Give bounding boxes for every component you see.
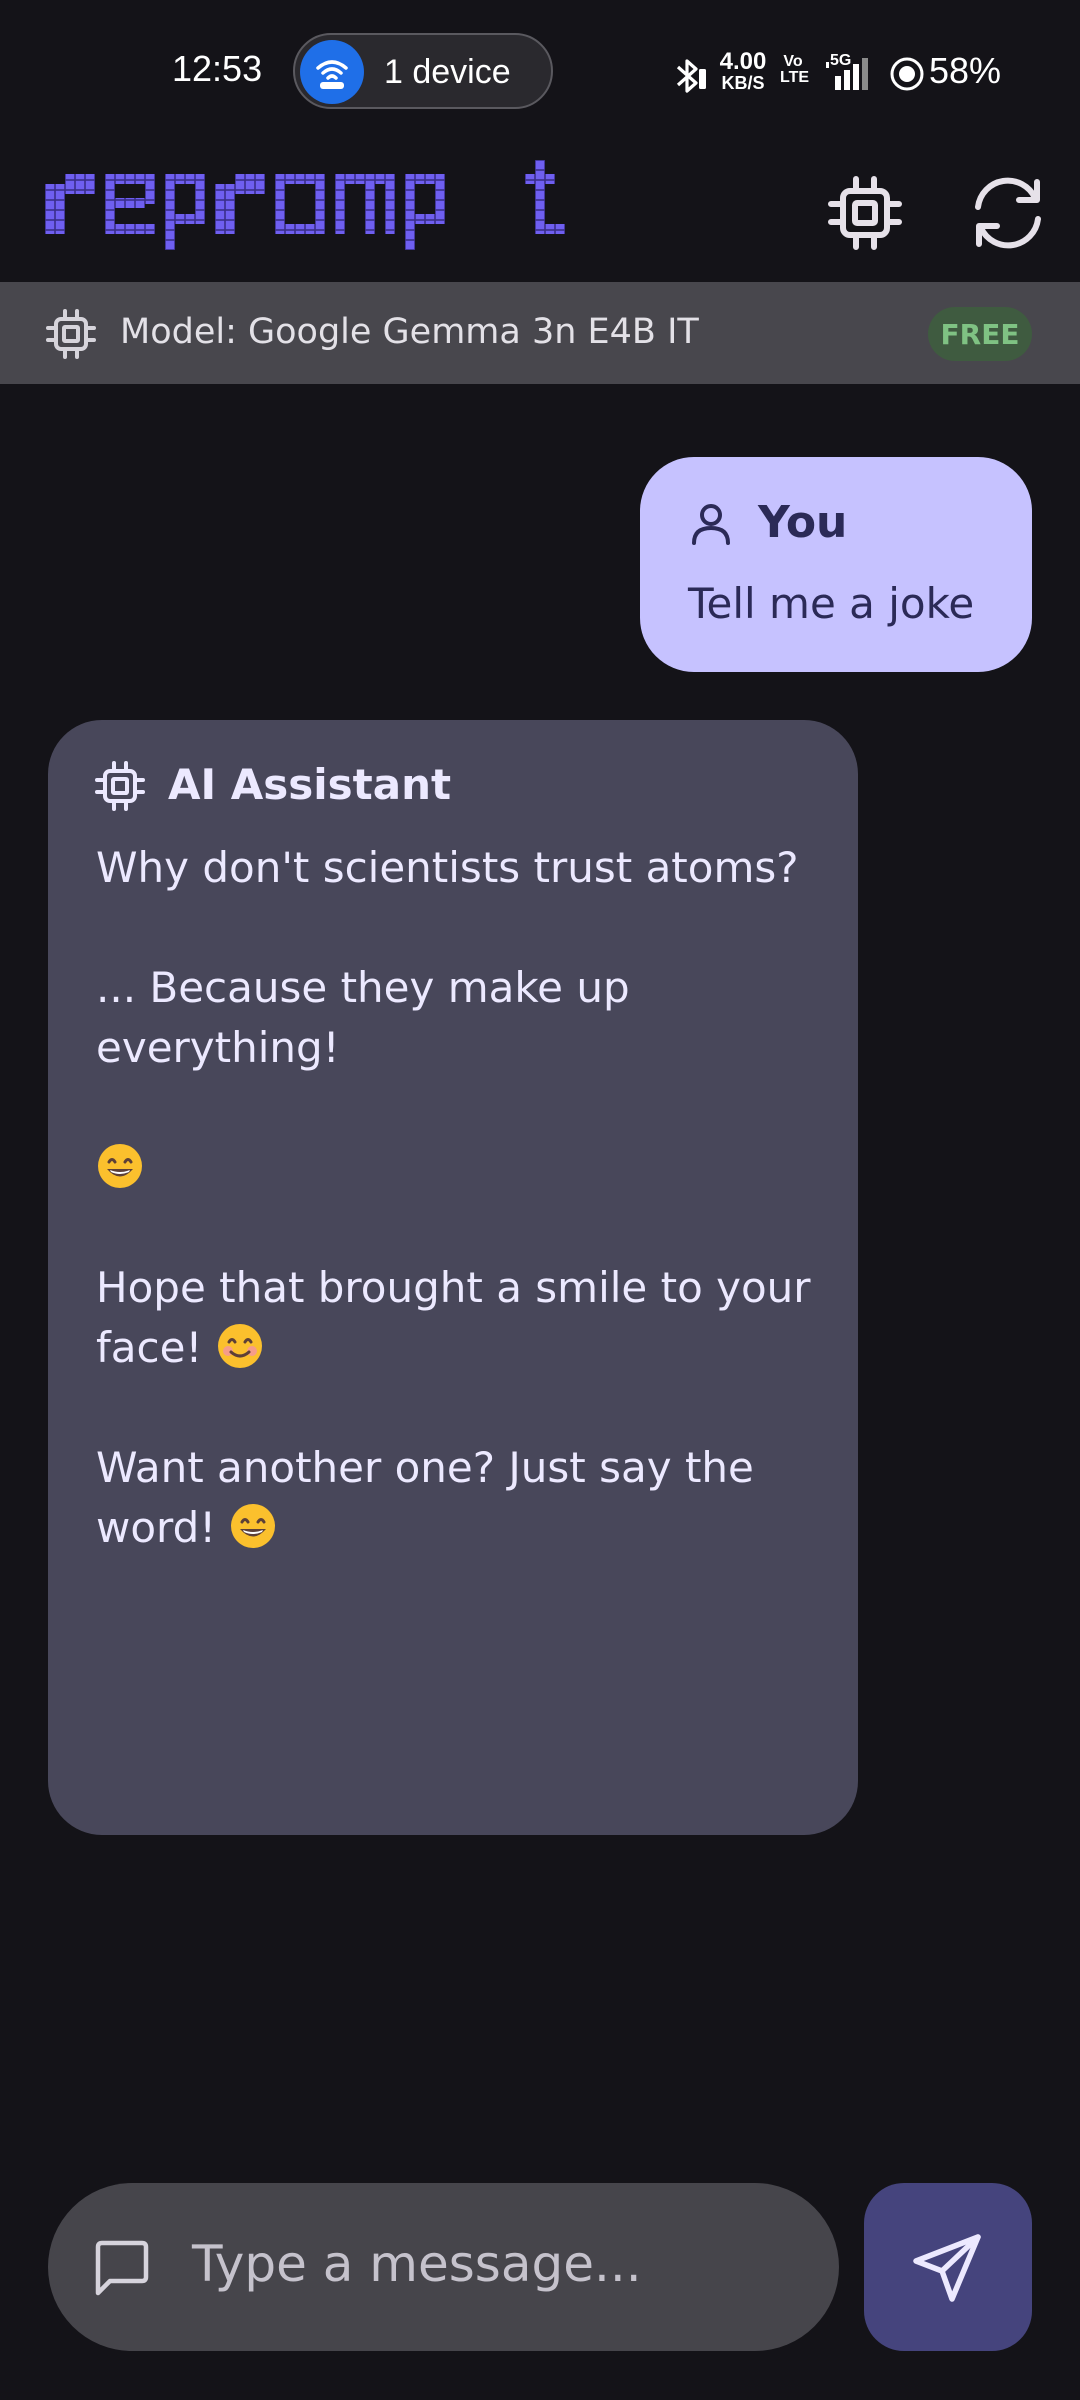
volte-indicator: Vo LTE	[780, 53, 810, 86]
free-badge: FREE	[928, 307, 1032, 361]
assistant-name: AI Assistant	[168, 760, 452, 809]
message-text: Want another one? Just say the word!	[96, 1443, 754, 1552]
message-paragraph: Want another one? Just say the word!	[96, 1438, 826, 1558]
user-message-bubble: You Tell me a joke	[640, 457, 1032, 672]
hotspot-icon	[300, 40, 364, 104]
battery-percentage: 58%	[929, 50, 1002, 91]
send-icon	[913, 2234, 981, 2302]
message-paragraph: Hope that brought a smile to your face!	[96, 1258, 826, 1378]
user-message-text: Tell me a joke	[688, 579, 975, 628]
network-speed-value: 4.00	[719, 48, 767, 75]
message-input[interactable]: Type a message...	[48, 2183, 839, 2351]
app-bar	[0, 140, 1080, 282]
chip-icon	[46, 309, 96, 359]
assistant-message-bubble: AI Assistant Why don't scientists trust …	[48, 720, 858, 1835]
status-bar: 12:53 1 device 4.00 KB/S Vo LTE 5G 58%	[0, 0, 1080, 140]
message-text: Hope that brought a smile to your face!	[96, 1263, 811, 1372]
model-select-button[interactable]	[817, 165, 913, 261]
grinning-face-icon	[231, 1504, 276, 1548]
status-time: 12:53	[172, 48, 263, 89]
app-logo	[45, 160, 565, 250]
battery-saver-icon	[890, 57, 924, 91]
assistant-message-text: Why don't scientists trust atoms? ... Be…	[96, 838, 826, 1558]
smiling-face-icon	[217, 1324, 262, 1368]
chip-icon	[828, 176, 902, 250]
reset-chat-button[interactable]	[960, 165, 1056, 261]
volte-top: Vo	[783, 53, 803, 70]
message-input-placeholder: Type a message...	[192, 2235, 642, 2293]
model-bar[interactable]: Model: Google Gemma 3n E4B IT FREE	[0, 282, 1080, 384]
chip-icon	[95, 761, 145, 811]
send-button[interactable]	[864, 2183, 1032, 2351]
model-label: Model: Google Gemma 3n E4B IT	[120, 312, 699, 352]
bluetooth-icon	[676, 59, 706, 93]
hotspot-chip[interactable]: 1 device	[293, 33, 553, 109]
user-name: You	[758, 497, 848, 548]
grinning-face-icon	[98, 1144, 142, 1188]
volte-bottom: LTE	[780, 69, 810, 86]
refresh-icon	[975, 177, 1041, 249]
grinning-emoji	[96, 1138, 826, 1198]
chat-bubble-icon	[95, 2240, 149, 2296]
message-paragraph: ... Because they make up everything!	[96, 963, 630, 1072]
network-speed-unit: KB/S	[721, 73, 765, 93]
person-icon	[692, 504, 730, 545]
message-paragraph: Why don't scientists trust atoms?	[96, 843, 799, 892]
network-speed: 4.00 KB/S	[715, 48, 771, 93]
signal-icon: 5G	[822, 52, 882, 94]
hotspot-label: 1 device	[384, 53, 511, 91]
